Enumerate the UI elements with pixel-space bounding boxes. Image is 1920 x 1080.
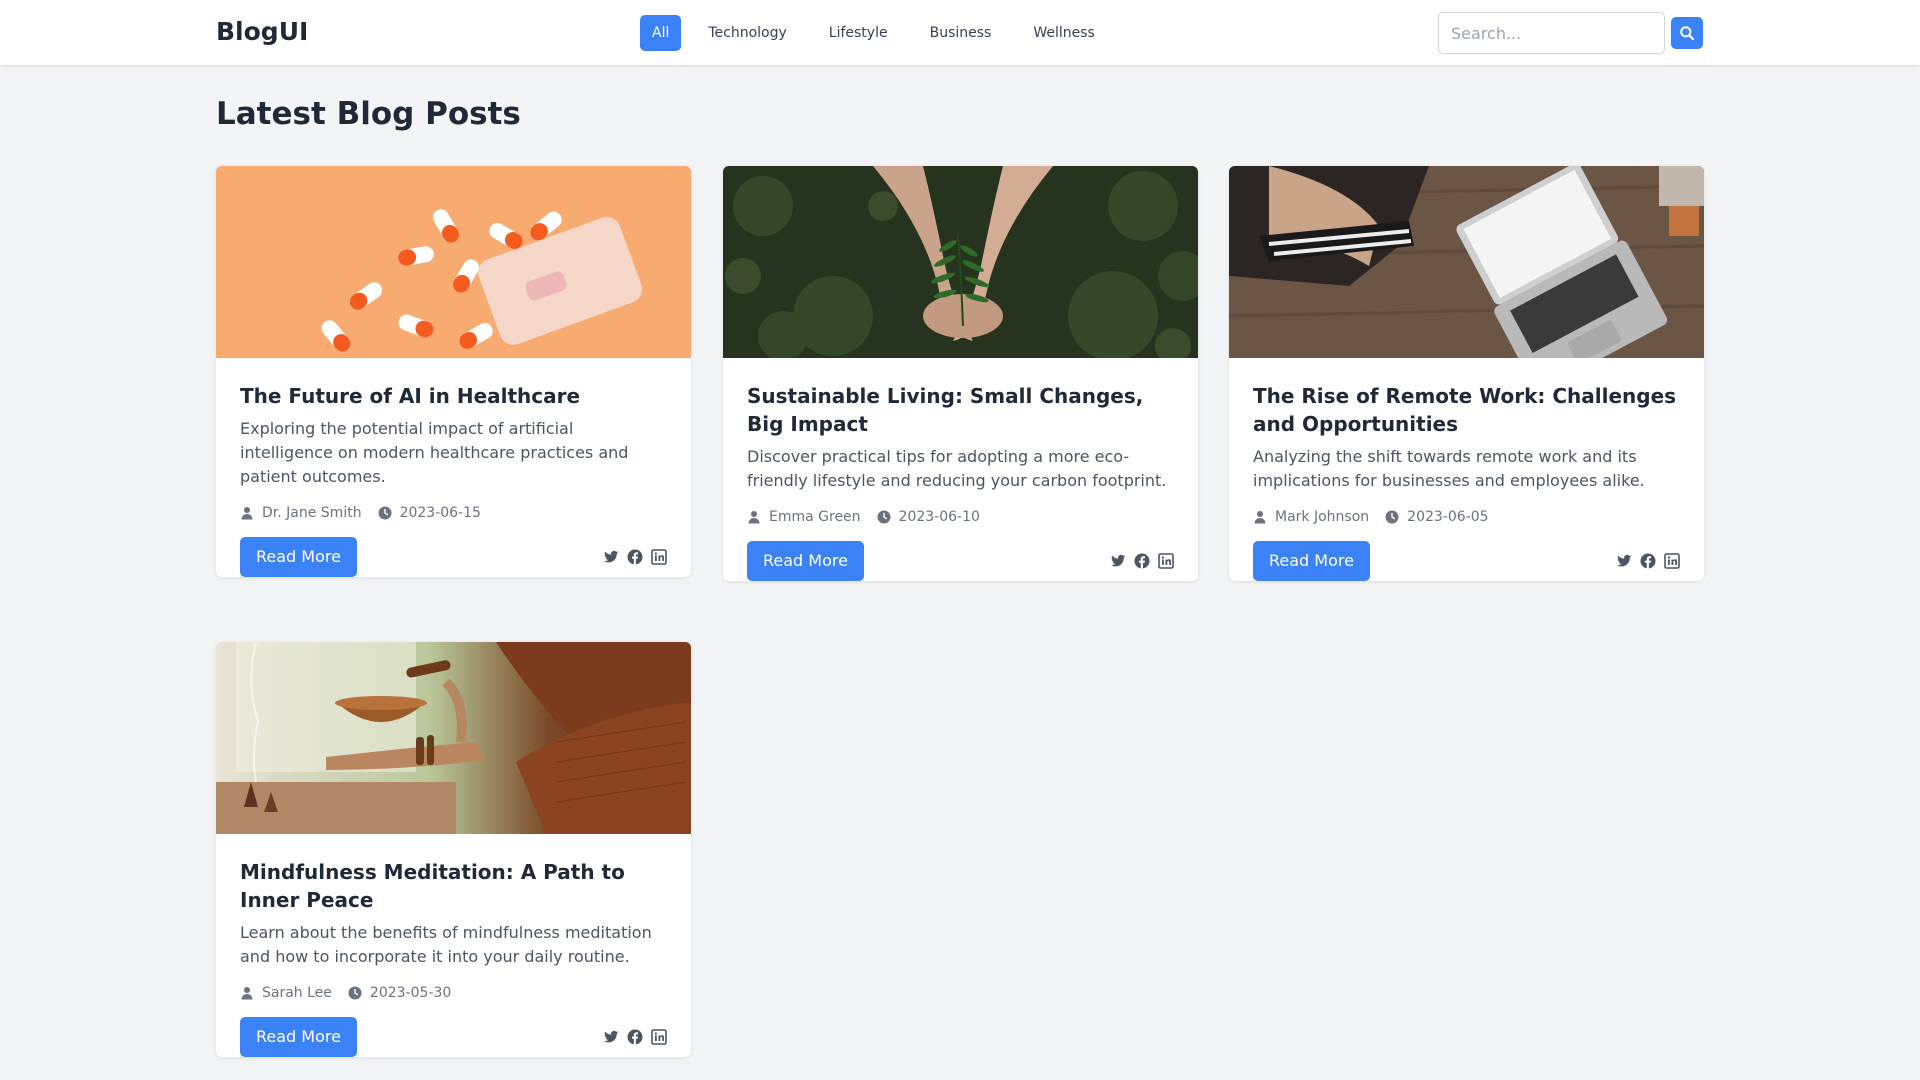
clock-icon bbox=[877, 510, 891, 524]
post-date: 2023-05-30 bbox=[369, 985, 452, 1001]
post-card: The Rise of Remote Work: Challenges and … bbox=[1229, 166, 1704, 581]
post-description: Exploring the potential impact of artifi… bbox=[240, 419, 629, 486]
post-card: The Future of AI in Healthcare Exploring… bbox=[216, 166, 691, 577]
post-description: Learn about the benefits of mindfulness … bbox=[240, 923, 652, 966]
post-meta: Dr. Jane Smith 2023-06-15 bbox=[240, 503, 667, 523]
post-image[interactable] bbox=[723, 166, 1198, 358]
read-more-button[interactable]: Read More bbox=[747, 541, 864, 581]
post-meta: Emma Green 2023-06-10 bbox=[747, 507, 1174, 527]
user-icon bbox=[240, 986, 254, 1000]
linkedin-icon[interactable] bbox=[651, 1029, 667, 1045]
nav-item-all[interactable]: All bbox=[640, 15, 682, 51]
search-button[interactable] bbox=[1671, 17, 1703, 49]
post-date: 2023-06-05 bbox=[1407, 509, 1489, 525]
post-meta: Sarah Lee 2023-05-30 bbox=[240, 983, 667, 1003]
post-author: Mark Johnson bbox=[1275, 509, 1370, 525]
post-author: Emma Green bbox=[769, 509, 861, 525]
post-description: Discover practical tips for adopting a m… bbox=[747, 447, 1167, 490]
post-title[interactable]: The Future of AI in Healthcare bbox=[240, 382, 667, 410]
post-image[interactable] bbox=[1229, 166, 1704, 358]
post-meta: Mark Johnson 2023-06-05 bbox=[1253, 507, 1680, 527]
post-title[interactable]: The Rise of Remote Work: Challenges and … bbox=[1253, 382, 1680, 438]
post-title[interactable]: Mindfulness Meditation: A Path to Inner … bbox=[240, 858, 667, 914]
post-date: 2023-06-10 bbox=[898, 509, 980, 525]
post-card: Mindfulness Meditation: A Path to Inner … bbox=[216, 642, 691, 1057]
twitter-icon[interactable] bbox=[1616, 553, 1632, 569]
post-image[interactable] bbox=[216, 166, 691, 358]
facebook-icon[interactable] bbox=[1134, 553, 1150, 569]
post-image[interactable] bbox=[216, 642, 691, 834]
post-date: 2023-06-15 bbox=[399, 505, 481, 521]
nav-item-technology[interactable]: Technology bbox=[693, 15, 801, 51]
post-title[interactable]: Sustainable Living: Small Changes, Big I… bbox=[747, 382, 1174, 438]
search-icon bbox=[1680, 26, 1695, 41]
share-links bbox=[603, 549, 667, 565]
nav-item-wellness[interactable]: Wellness bbox=[1018, 15, 1110, 51]
twitter-icon[interactable] bbox=[603, 549, 619, 565]
post-card: Sustainable Living: Small Changes, Big I… bbox=[723, 166, 1198, 581]
twitter-icon[interactable] bbox=[1110, 553, 1126, 569]
user-icon bbox=[240, 506, 254, 520]
nav-item-lifestyle[interactable]: Lifestyle bbox=[814, 15, 903, 51]
post-author: Sarah Lee bbox=[262, 985, 332, 1001]
brand-logo[interactable]: BlogUI bbox=[216, 17, 308, 46]
facebook-icon[interactable] bbox=[1640, 553, 1656, 569]
facebook-icon[interactable] bbox=[627, 549, 643, 565]
share-links bbox=[1616, 553, 1680, 569]
clock-icon bbox=[348, 986, 362, 1000]
read-more-button[interactable]: Read More bbox=[240, 1017, 357, 1057]
page-title: Latest Blog Posts bbox=[216, 96, 521, 132]
nav-item-business[interactable]: Business bbox=[915, 15, 1007, 51]
clock-icon bbox=[1385, 510, 1399, 524]
top-navbar: BlogUI All Technology Lifestyle Business… bbox=[0, 0, 1920, 65]
linkedin-icon[interactable] bbox=[1158, 553, 1174, 569]
category-nav: All Technology Lifestyle Business Wellne… bbox=[640, 15, 1110, 51]
share-links bbox=[1110, 553, 1174, 569]
post-description: Analyzing the shift towards remote work … bbox=[1253, 447, 1645, 490]
twitter-icon[interactable] bbox=[603, 1029, 619, 1045]
facebook-icon[interactable] bbox=[627, 1029, 643, 1045]
search-input[interactable] bbox=[1438, 12, 1665, 54]
linkedin-icon[interactable] bbox=[1664, 553, 1680, 569]
clock-icon bbox=[378, 506, 392, 520]
user-icon bbox=[1253, 510, 1267, 524]
post-author: Dr. Jane Smith bbox=[262, 505, 362, 521]
read-more-button[interactable]: Read More bbox=[1253, 541, 1370, 581]
user-icon bbox=[747, 510, 761, 524]
read-more-button[interactable]: Read More bbox=[240, 537, 357, 577]
share-links bbox=[603, 1029, 667, 1045]
linkedin-icon[interactable] bbox=[651, 549, 667, 565]
